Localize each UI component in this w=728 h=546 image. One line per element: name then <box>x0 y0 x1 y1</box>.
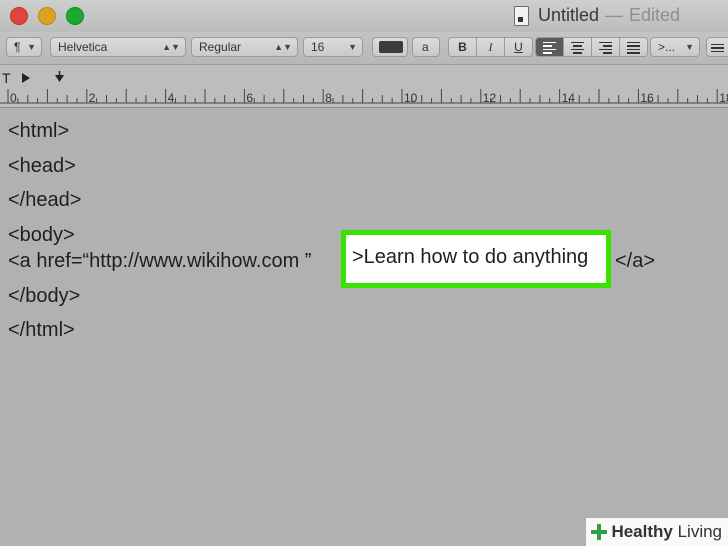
alignment-group <box>535 37 648 57</box>
highlight-icon: a <box>422 40 429 54</box>
brand-name-bold: Healthy <box>611 522 673 541</box>
text-style-group: B I U <box>448 37 533 57</box>
paragraph-style-popup[interactable]: ¶ ▼ <box>6 37 42 57</box>
code-line-head-open: <head> <box>8 155 76 177</box>
font-style-popup[interactable]: Regular ▲▼ <box>191 37 298 57</box>
edited-status: Edited <box>629 5 681 25</box>
font-family-popup[interactable]: Helvetica ▲▼ <box>50 37 186 57</box>
ruler-number: 4 <box>167 91 175 105</box>
spacing-popup[interactable]: >... ▼ <box>650 37 700 57</box>
window-title: Untitled — Edited <box>538 5 680 26</box>
title-separator: — <box>605 5 624 25</box>
first-line-indent-marker[interactable]: T <box>2 70 11 86</box>
bold-button[interactable]: B <box>449 38 477 56</box>
document-name: Untitled <box>538 5 600 25</box>
chevron-down-icon: ▼ <box>27 42 36 52</box>
code-line-body-open: <body> <box>8 224 75 246</box>
font-size-combo[interactable]: 16 ▼ <box>303 37 363 57</box>
paragraph-icon: ¶ <box>14 40 21 54</box>
document-icon <box>514 6 529 26</box>
format-toolbar: ¶ ▼ Helvetica ▲▼ Regular ▲▼ 16 ▼ a B I U <box>0 32 728 65</box>
up-down-arrows-icon: ▲▼ <box>274 42 292 52</box>
ruler-number: 6 <box>246 91 254 105</box>
font-family-value: Helvetica <box>58 40 108 54</box>
ruler[interactable]: T 0 2 4 6 8 10 12 14 16 18 <box>0 65 728 108</box>
plus-logo-icon <box>590 523 608 541</box>
brand-name: Healthy Living <box>611 522 722 542</box>
up-down-arrows-icon: ▲▼ <box>162 42 180 52</box>
ruler-number: 8 <box>325 91 332 105</box>
font-style-value: Regular <box>199 40 242 54</box>
italic-button[interactable]: I <box>477 38 505 56</box>
ruler-number: 12 <box>482 91 497 105</box>
brand-watermark: Healthy Living <box>586 518 728 546</box>
align-center-button[interactable] <box>564 38 592 56</box>
text-color-well[interactable] <box>372 37 408 57</box>
chevron-down-icon: ▼ <box>348 42 357 52</box>
font-size-value: 16 <box>311 40 325 54</box>
minimize-window-button[interactable] <box>38 7 56 25</box>
close-window-button[interactable] <box>10 7 28 25</box>
ruler-ticks: T <box>0 70 728 104</box>
tab-stop-left-icon[interactable] <box>22 73 30 83</box>
title-bar: Untitled — Edited <box>0 0 728 32</box>
brand-name-rest: Living <box>672 522 722 541</box>
align-right-button[interactable] <box>592 38 620 56</box>
code-line-head-close: </head> <box>8 189 82 211</box>
align-right-icon <box>599 40 612 56</box>
list-bullets-popup[interactable] <box>706 37 728 57</box>
code-line-html-close: </html> <box>8 319 75 341</box>
highlighted-link-text-box: >Learn how to do anything <box>341 230 611 288</box>
align-left-icon <box>543 40 556 56</box>
spacing-value: >... <box>658 40 676 54</box>
highlight-color-button[interactable]: a <box>412 37 440 57</box>
ruler-number: 18 <box>719 91 728 105</box>
chevron-down-icon: ▼ <box>685 42 694 52</box>
document-text-area[interactable]: <html> <head> </head> <body> <a href=“ht… <box>0 108 728 546</box>
tab-stop-decimal-icon[interactable] <box>55 75 64 82</box>
ruler-number: 2 <box>88 91 96 105</box>
justify-icon <box>627 40 640 56</box>
code-line-html-open: <html> <box>8 120 70 142</box>
ruler-number: 16 <box>640 91 654 105</box>
ruler-number: 0 <box>10 91 17 105</box>
align-center-icon <box>571 40 584 56</box>
ruler-number: 10 <box>404 91 418 105</box>
link-text: >Learn how to do anything <box>352 246 589 268</box>
list-icon <box>711 42 724 55</box>
underline-button[interactable]: U <box>505 38 532 56</box>
align-left-button[interactable] <box>536 38 564 56</box>
justify-button[interactable] <box>620 38 647 56</box>
text-color-swatch <box>379 41 403 53</box>
zoom-window-button[interactable] <box>66 7 84 25</box>
code-line-anchor-close: </a> <box>615 250 656 272</box>
code-line-anchor-open: <a href=“http://www.wikihow.com ” <box>8 250 312 272</box>
ruler-number: 14 <box>561 91 575 105</box>
code-line-body-close: </body> <box>8 285 81 307</box>
